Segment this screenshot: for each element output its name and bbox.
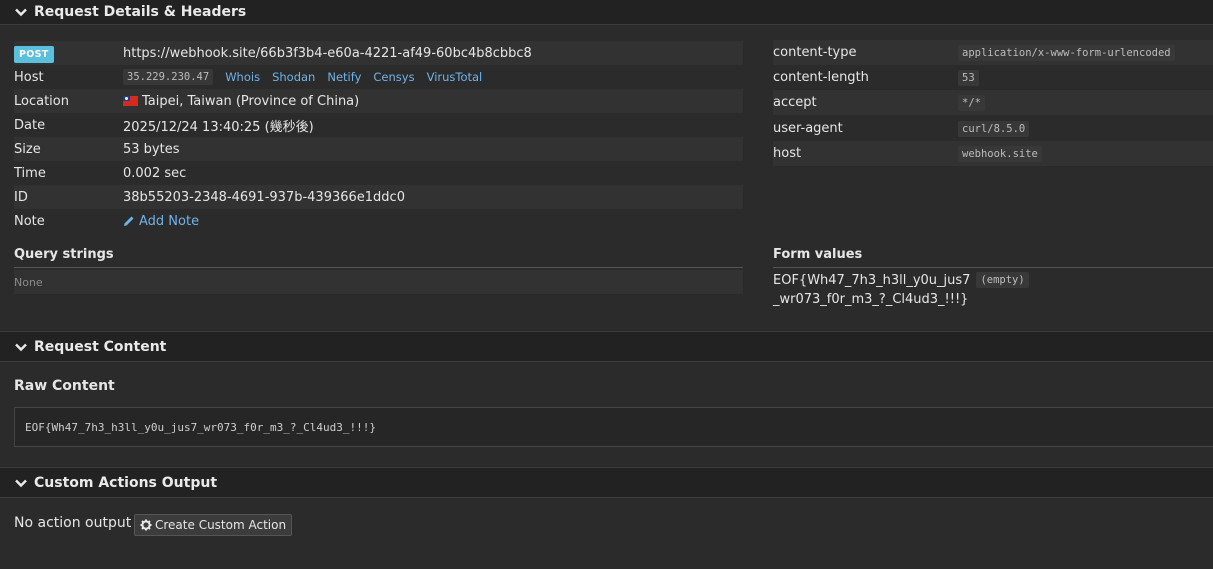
header-value: application/x-www-form-urlencoded — [958, 44, 1175, 61]
detail-row-size: Size 53 bytes — [14, 137, 743, 161]
create-custom-action-label: Create Custom Action — [155, 518, 287, 532]
header-row: accept */* — [773, 90, 1213, 115]
create-custom-action-button[interactable]: Create Custom Action — [134, 514, 293, 536]
section-header-actions[interactable]: Custom Actions Output — [0, 467, 1213, 498]
date-value: 2025/12/24 13:40:25 (幾秒後) — [123, 119, 314, 135]
header-value: curl/8.5.0 — [958, 120, 1030, 137]
header-value: */* — [958, 94, 985, 111]
raw-content-body: EOF{Wh47_7h3_h3ll_y0u_jus7_wr073_f0r_m3_… — [25, 420, 376, 434]
request-url-link[interactable]: https://webhook.site/66b3f3b4-e60a-4221-… — [123, 46, 532, 61]
location-label: Location — [14, 93, 69, 109]
header-row: content-length 53 — [773, 65, 1213, 90]
raw-content-title: Raw Content — [14, 378, 115, 394]
location-value: Taipei, Taiwan (Province of China) — [142, 93, 360, 109]
method-badge: POST — [14, 45, 54, 63]
note-label: Note — [14, 213, 45, 229]
header-key: content-type — [773, 45, 857, 60]
size-value: 53 bytes — [123, 141, 180, 157]
raw-content-box[interactable]: EOF{Wh47_7h3_h3ll_y0u_jus7_wr073_f0r_m3_… — [14, 407, 1213, 447]
header-key: content-length — [773, 70, 869, 85]
chevron-down-icon — [14, 476, 28, 490]
detail-row-host: Host 35.229.230.47 Whois Shodan Netify C… — [14, 65, 743, 89]
header-value: 53 — [958, 69, 979, 86]
censys-link[interactable]: Censys — [373, 70, 414, 84]
detail-row-time: Time 0.002 sec — [14, 161, 743, 185]
date-label: Date — [14, 117, 46, 133]
add-note-button[interactable]: Add Note — [123, 214, 199, 229]
host-ip: 35.229.230.47 — [123, 69, 214, 85]
whois-link[interactable]: Whois — [225, 70, 260, 84]
detail-row-location: Location Taipei, Taiwan (Province of Chi… — [14, 89, 743, 113]
section-header-content[interactable]: Request Content — [0, 331, 1213, 362]
header-key: host — [773, 146, 802, 161]
taiwan-flag-icon — [123, 96, 138, 106]
chevron-down-icon — [14, 5, 28, 19]
section-title-content: Request Content — [34, 338, 167, 355]
shodan-link[interactable]: Shodan — [272, 70, 315, 84]
form-key-line2: _wr073_f0r_m3_?_Cl4ud3_!!!} — [773, 291, 969, 307]
section-title-details: Request Details & Headers — [34, 4, 247, 20]
detail-row-id: ID 38b55203-2348-4691-937b-439366e1ddc0 — [14, 185, 743, 209]
form-value: (empty) — [976, 272, 1029, 288]
time-value: 0.002 sec — [123, 165, 187, 181]
form-value-row: EOF{Wh47_7h3_h3ll_y0u_jus7 (empty) _wr07… — [773, 270, 1213, 310]
netify-link[interactable]: Netify — [327, 70, 361, 84]
form-values-title: Form values — [773, 247, 1213, 268]
query-strings-value: None — [14, 270, 743, 294]
header-row: user-agent curl/8.5.0 — [773, 116, 1213, 141]
pencil-icon — [124, 216, 134, 226]
time-label: Time — [14, 165, 46, 181]
form-key-line1: EOF{Wh47_7h3_h3ll_y0u_jus7 — [773, 272, 971, 288]
id-label: ID — [14, 189, 28, 205]
section-title-actions: Custom Actions Output — [34, 474, 218, 491]
chevron-down-icon — [14, 340, 28, 354]
section-header-details[interactable]: Request Details & Headers — [0, 0, 1213, 25]
header-row: content-type application/x-www-form-urle… — [773, 40, 1213, 65]
detail-row-date: Date 2025/12/24 13:40:25 (幾秒後) — [14, 113, 743, 137]
virustotal-link[interactable]: VirusTotal — [427, 70, 483, 84]
host-label: Host — [14, 69, 44, 85]
gear-icon — [140, 519, 152, 531]
header-key: accept — [773, 95, 817, 110]
no-action-output-text: No action output — [14, 515, 132, 531]
id-value: 38b55203-2348-4691-937b-439366e1ddc0 — [123, 189, 405, 205]
detail-row-note: Note Add Note — [14, 209, 743, 233]
header-row: host webhook.site — [773, 141, 1213, 166]
size-label: Size — [14, 141, 41, 157]
header-value: webhook.site — [958, 145, 1042, 162]
add-note-label: Add Note — [139, 213, 200, 229]
detail-row-url: POST https://webhook.site/66b3f3b4-e60a-… — [14, 41, 743, 65]
header-key: user-agent — [773, 121, 843, 136]
query-strings-title: Query strings — [14, 247, 743, 268]
